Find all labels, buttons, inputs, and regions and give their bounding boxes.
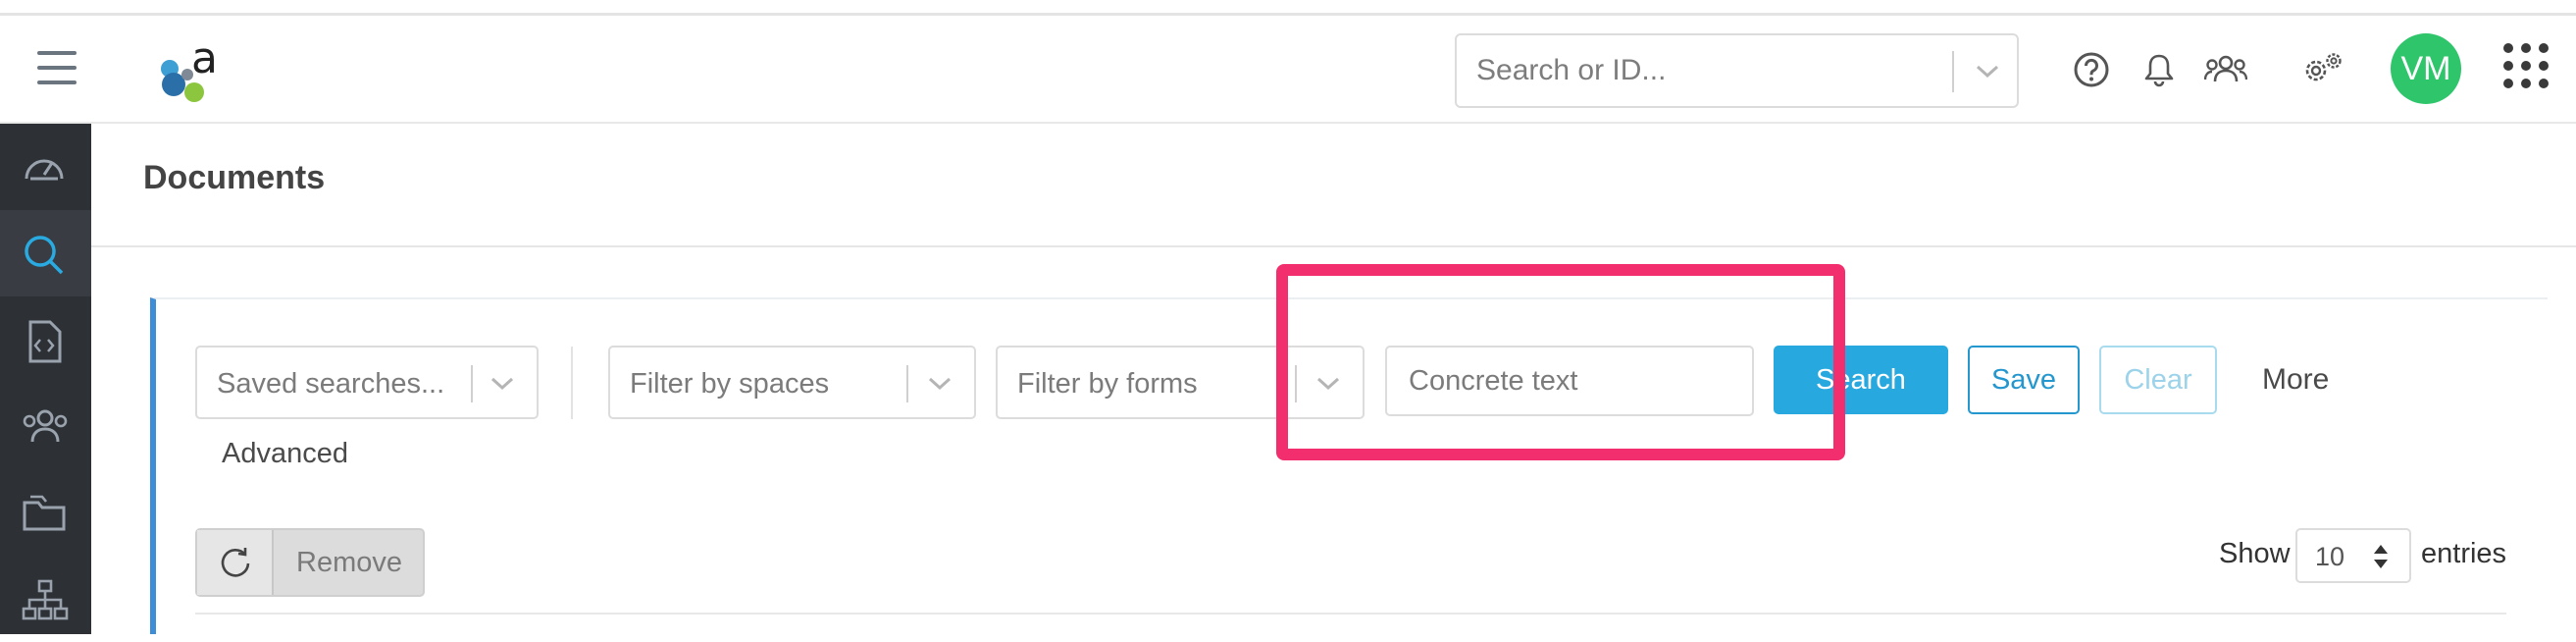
sidebar-item-search[interactable]	[0, 210, 91, 296]
page-title: Documents	[143, 159, 326, 196]
sidebar-item-users[interactable]	[0, 383, 91, 469]
advanced-link[interactable]: Advanced	[222, 438, 348, 470]
sidebar-item-hierarchy[interactable]	[0, 556, 91, 642]
code-file-icon	[28, 320, 62, 363]
chevron-down-icon	[1316, 377, 1340, 391]
sidebar	[0, 124, 91, 634]
select-divider	[906, 365, 908, 402]
chevron-down-icon	[490, 377, 514, 391]
chevron-down-icon	[928, 377, 952, 391]
filter-divider	[571, 347, 573, 419]
concrete-text-input[interactable]	[1385, 346, 1754, 416]
select-divider	[1295, 365, 1297, 402]
entries-label: entries	[2421, 538, 2507, 569]
sidebar-item-dashboard[interactable]	[0, 124, 91, 210]
folders-icon	[23, 495, 66, 531]
forms-filter-select[interactable]: Filter by forms	[996, 346, 1365, 419]
app-logo: a	[161, 35, 218, 102]
title-divider	[91, 245, 2576, 247]
entries-value: 10	[2315, 542, 2345, 571]
select-divider	[471, 365, 473, 402]
sort-arrows-icon	[2374, 545, 2388, 568]
save-button[interactable]: Save	[1968, 346, 2080, 414]
apps-grid-icon[interactable]	[2503, 43, 2550, 90]
spaces-filter-label: Filter by spaces	[630, 368, 830, 400]
clear-button[interactable]: Clear	[2099, 346, 2217, 414]
users-icon[interactable]	[2204, 53, 2247, 84]
gauge-icon	[25, 159, 64, 181]
users-icon	[23, 409, 68, 443]
settings-icon[interactable]	[2301, 49, 2344, 88]
entries-select[interactable]: 10	[2295, 528, 2411, 583]
saved-searches-select[interactable]: Saved searches...	[195, 346, 539, 419]
top-header: a VM	[0, 16, 2576, 124]
user-avatar[interactable]: VM	[2391, 33, 2461, 104]
search-divider	[1952, 51, 1954, 92]
chevron-down-icon[interactable]	[1975, 63, 2000, 80]
sidebar-item-folders[interactable]	[0, 469, 91, 556]
refresh-button[interactable]	[197, 530, 274, 595]
table-actions: Remove	[195, 528, 425, 597]
more-link[interactable]: More	[2262, 363, 2329, 397]
help-icon[interactable]	[2073, 51, 2110, 88]
bell-icon[interactable]	[2143, 51, 2175, 88]
show-label: Show	[2219, 538, 2291, 569]
global-search-input[interactable]	[1476, 49, 1908, 92]
search-icon	[25, 236, 64, 275]
global-search	[1455, 33, 2019, 108]
spaces-filter-select[interactable]: Filter by spaces	[608, 346, 976, 419]
table-top-border	[195, 613, 2506, 615]
refresh-icon	[221, 548, 250, 577]
top-border	[0, 0, 2576, 16]
svg-text:a: a	[191, 35, 218, 83]
sitemap-icon	[22, 579, 69, 620]
search-button[interactable]: Search	[1774, 346, 1948, 414]
forms-filter-label: Filter by forms	[1017, 368, 1198, 400]
remove-button[interactable]: Remove	[276, 530, 423, 595]
sidebar-item-documents[interactable]	[0, 296, 91, 383]
hamburger-icon[interactable]	[37, 51, 77, 84]
saved-searches-label: Saved searches...	[217, 368, 445, 400]
